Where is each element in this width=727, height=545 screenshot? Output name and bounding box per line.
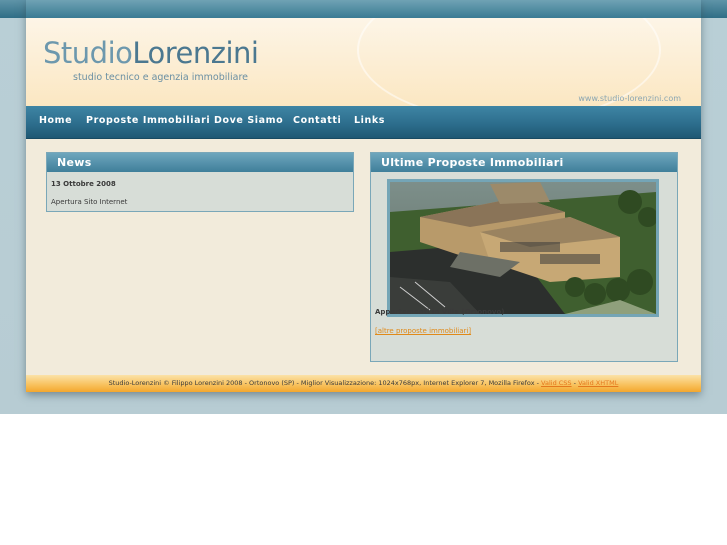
header: StudioLorenzini studio tecnico e agenzia… <box>26 18 701 106</box>
valid-xhtml-link[interactable]: Valid XHTML <box>578 379 618 387</box>
nav-item-proposte-immobiliari[interactable]: Proposte Immobiliari <box>86 115 210 126</box>
villa-render-photo[interactable] <box>387 179 659 317</box>
nav-item-home[interactable]: Home <box>39 115 72 126</box>
main-content: News 13 Ottobre 2008 Apertura Sito Inter… <box>26 139 701 375</box>
news-text: Apertura Sito Internet <box>51 198 128 206</box>
footer-text-line: Studio-Lorenzini © Filippo Lorenzini 200… <box>26 379 701 387</box>
news-date: 13 Ottobre 2008 <box>51 180 116 188</box>
more-proposals-link[interactable]: [altre proposte immobiliari] <box>375 327 471 335</box>
proposal-caption[interactable]: Appartamenti in Villa (Ortonovo) <box>375 308 505 316</box>
news-box-title: News <box>47 153 353 172</box>
footer-copyright: Studio-Lorenzini © Filippo Lorenzini 200… <box>108 379 539 387</box>
nav-item-contatti[interactable]: Contatti <box>293 115 341 126</box>
news-box: News 13 Ottobre 2008 Apertura Sito Inter… <box>46 152 354 212</box>
site-frame: StudioLorenzini studio tecnico e agenzia… <box>26 0 701 392</box>
footer: Studio-Lorenzini © Filippo Lorenzini 200… <box>26 375 701 392</box>
nav-item-links[interactable]: Links <box>354 115 385 126</box>
site-logo[interactable]: StudioLorenzini <box>43 36 259 70</box>
proposals-box: Ultime Proposte Immobiliari Appartamenti… <box>370 152 678 362</box>
villa-render-graphic <box>390 182 656 314</box>
header-decoration <box>357 18 661 106</box>
frame-top-bar <box>26 0 701 18</box>
proposals-box-title: Ultime Proposte Immobiliari <box>371 153 677 172</box>
logo-part1: Studio <box>43 36 133 70</box>
footer-separator: - <box>573 379 576 387</box>
main-nav: Home Proposte Immobiliari Dove Siamo Con… <box>26 106 701 139</box>
site-url: www.studio-lorenzini.com <box>578 94 681 103</box>
logo-part2: Lorenzini <box>132 36 259 70</box>
valid-css-link[interactable]: Valid CSS <box>541 379 572 387</box>
nav-item-dove-siamo[interactable]: Dove Siamo <box>214 115 283 126</box>
site-tagline: studio tecnico e agenzia immobiliare <box>73 72 249 83</box>
